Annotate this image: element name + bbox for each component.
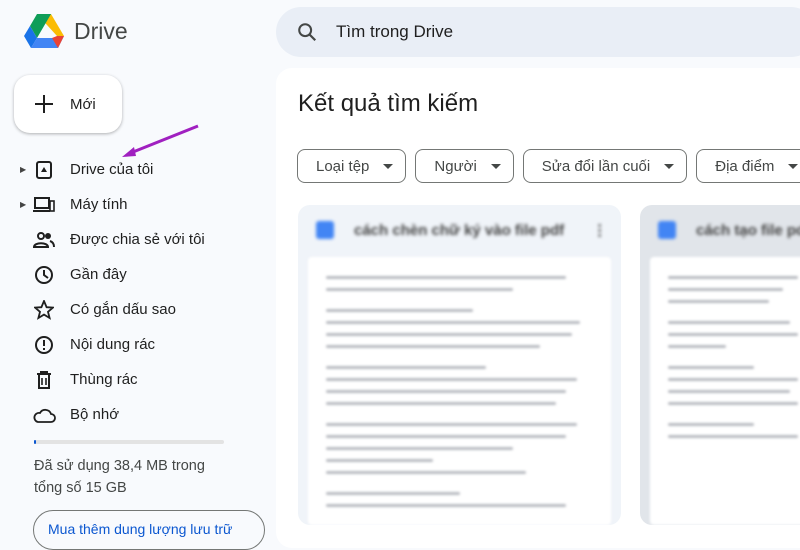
storage-text: Đã sử dụng 38,4 MB trong tổng số 15 GB bbox=[34, 458, 205, 496]
filter-location[interactable]: Địa điểm bbox=[696, 149, 800, 183]
result-title: cách tạo file pdf bbox=[696, 221, 800, 239]
chevron-down-icon bbox=[490, 163, 501, 169]
filter-type[interactable]: Loại tệp bbox=[297, 149, 407, 183]
my-drive-icon bbox=[32, 158, 56, 182]
sidebar-item-label: Gần đây bbox=[70, 266, 127, 283]
sidebar-item-recent[interactable]: Gần đây bbox=[20, 257, 270, 292]
sidebar-item-label: Nội dung rác bbox=[70, 336, 156, 353]
clock-icon bbox=[32, 263, 56, 287]
shared-icon bbox=[32, 228, 56, 252]
search-icon[interactable] bbox=[296, 21, 318, 43]
buy-storage-button[interactable]: Mua thêm dung lượng lưu trữ bbox=[33, 510, 265, 550]
sidebar-item-label: Drive của tôi bbox=[70, 161, 154, 178]
filter-label: Sửa đổi lần cuối bbox=[541, 157, 651, 175]
sidebar-item-spam[interactable]: Nội dung rác bbox=[20, 327, 270, 362]
sidebar-item-label: Máy tính bbox=[70, 196, 128, 213]
main-panel: Kết quả tìm kiếm Loại tệp Người Sửa đổi … bbox=[276, 68, 800, 548]
page-title: Kết quả tìm kiếm bbox=[298, 90, 479, 117]
computer-icon bbox=[32, 193, 56, 217]
sidebar-nav: ▶ Drive của tôi ▶ Máy tính Được chia sẻ vớ… bbox=[20, 152, 270, 432]
sidebar-item-storage[interactable]: Bộ nhớ bbox=[20, 397, 270, 432]
sidebar-item-shared[interactable]: Được chia sẻ với tôi bbox=[20, 222, 270, 257]
sidebar-item-label: Được chia sẻ với tôi bbox=[70, 231, 205, 248]
sidebar-item-my-drive[interactable]: ▶ Drive của tôi bbox=[20, 152, 270, 187]
sidebar-item-computers[interactable]: ▶ Máy tính bbox=[20, 187, 270, 222]
chevron-down-icon bbox=[788, 163, 799, 169]
filter-people[interactable]: Người bbox=[415, 149, 514, 183]
result-card[interactable]: cách chèn chữ ký vào file pdf ⋮ bbox=[298, 205, 621, 525]
drive-logo-icon bbox=[24, 14, 64, 48]
sidebar-item-label: Thùng rác bbox=[70, 371, 138, 388]
trash-icon bbox=[32, 368, 56, 392]
app-name: Drive bbox=[74, 17, 128, 44]
storage-usage-bar bbox=[34, 440, 224, 444]
plus-icon bbox=[35, 95, 53, 113]
filter-label: Địa điểm bbox=[715, 157, 775, 175]
sidebar-item-label: Bộ nhớ bbox=[70, 406, 120, 423]
drive-logo[interactable]: Drive bbox=[24, 14, 128, 48]
star-icon bbox=[32, 298, 56, 322]
cloud-icon bbox=[32, 403, 56, 427]
doc-icon bbox=[658, 221, 676, 239]
result-card[interactable]: cách tạo file pdf bbox=[640, 205, 800, 525]
sidebar-item-label: Có gắn dấu sao bbox=[70, 301, 176, 318]
doc-icon bbox=[316, 221, 334, 239]
search-input[interactable]: Tìm trong Drive bbox=[336, 22, 453, 42]
new-button-label: Mới bbox=[70, 95, 96, 113]
filter-label: Loại tệp bbox=[316, 157, 370, 175]
result-preview bbox=[308, 257, 611, 525]
result-preview bbox=[650, 257, 800, 525]
more-icon[interactable]: ⋮ bbox=[592, 221, 607, 239]
result-title: cách chèn chữ ký vào file pdf bbox=[354, 221, 565, 239]
search-bar[interactable]: Tìm trong Drive bbox=[276, 7, 800, 57]
new-button[interactable]: Mới bbox=[14, 75, 122, 133]
sidebar-item-starred[interactable]: Có gắn dấu sao bbox=[20, 292, 270, 327]
chevron-down-icon bbox=[664, 163, 675, 169]
expand-icon[interactable]: ▶ bbox=[20, 165, 32, 174]
filter-modified[interactable]: Sửa đổi lần cuối bbox=[522, 149, 688, 183]
chevron-down-icon bbox=[383, 163, 394, 169]
filter-chips: Loại tệp Người Sửa đổi lần cuối Địa điểm bbox=[297, 149, 800, 183]
expand-icon[interactable]: ▶ bbox=[20, 200, 32, 209]
filter-label: Người bbox=[434, 157, 477, 175]
sidebar-item-trash[interactable]: Thùng rác bbox=[20, 362, 270, 397]
spam-icon bbox=[32, 333, 56, 357]
